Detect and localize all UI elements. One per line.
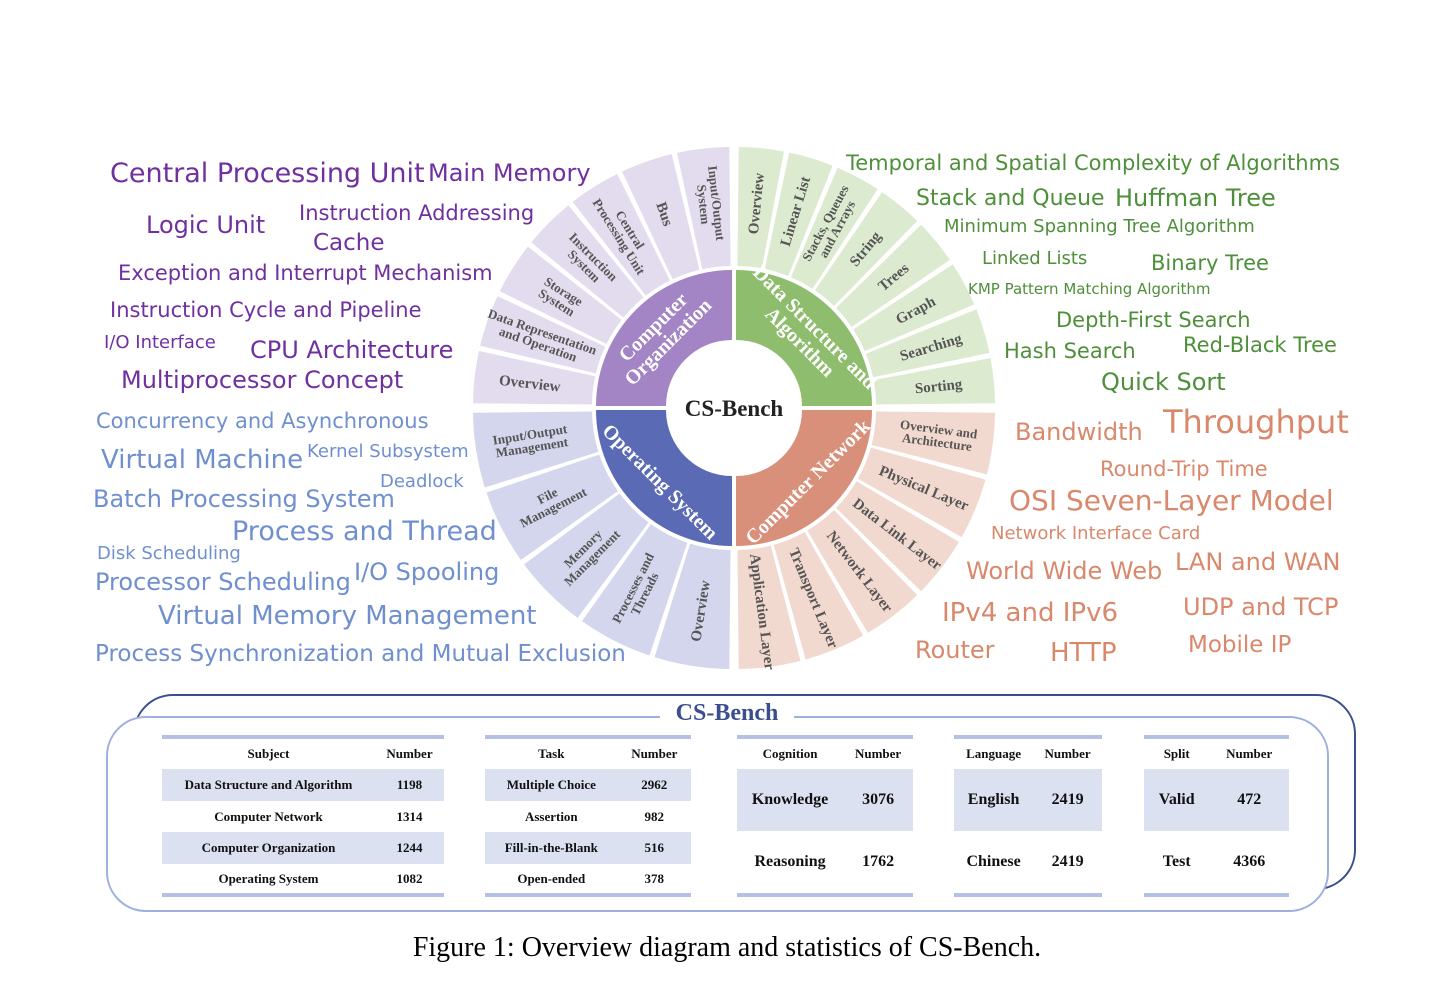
- table-row: Test 4366: [1162, 853, 1266, 870]
- table-header: Number: [1226, 746, 1273, 761]
- cloud-word: Virtual Memory Management: [158, 601, 537, 631]
- cloud-word: Depth-First Search: [1056, 308, 1251, 332]
- cloud-word: I/O Interface: [104, 332, 216, 353]
- table-header: Number: [386, 746, 433, 761]
- subject-table: Subject Number Data Structure and Algorit…: [162, 735, 444, 897]
- cloud-word: Mobile IP: [1188, 632, 1292, 658]
- table-header: Number: [1044, 746, 1091, 761]
- language-table: Language Number English 2419 Chinese 2419: [954, 735, 1102, 897]
- cloud-word: Batch Processing System: [93, 485, 395, 513]
- cloud-word: Instruction Cycle and Pipeline: [110, 298, 422, 322]
- cloud-word: OSI Seven-Layer Model: [1009, 484, 1334, 517]
- cloud-word: Cache: [313, 230, 385, 256]
- split-table: Split Number Valid 472 Test 4366: [1144, 735, 1289, 897]
- cloud-word: Red-Black Tree: [1183, 333, 1337, 357]
- table-row: Assertion 982: [524, 808, 665, 824]
- cloud-word: HTTP: [1050, 638, 1117, 668]
- cloud-word: Throughput: [1163, 403, 1349, 441]
- cloud-word: Exception and Interrupt Mechanism: [118, 261, 493, 285]
- table-header: Language: [966, 746, 1022, 761]
- cloud-word: I/O Spooling: [354, 558, 500, 586]
- table-header: Cognition: [762, 746, 818, 761]
- table-row: Computer Network 1314: [214, 808, 423, 824]
- cloud-word: KMP Pattern Matching Algorithm: [968, 280, 1211, 298]
- cloud-word: UDP and TCP: [1183, 593, 1339, 621]
- cloud-word: Concurrency and Asynchronous: [96, 409, 429, 433]
- table-row: Multiple Choice 2962: [485, 769, 691, 801]
- cloud-word: Network Interface Card: [991, 523, 1201, 544]
- table-header: Task: [538, 746, 565, 761]
- table-header: Split: [1163, 746, 1190, 761]
- cloud-word: Minimum Spanning Tree Algorithm: [944, 216, 1255, 237]
- table-row: Valid 472: [1144, 769, 1289, 831]
- cloud-word: Huffman Tree: [1115, 184, 1276, 212]
- cloud-word: Virtual Machine: [101, 445, 304, 475]
- table-header: Subject: [247, 746, 290, 761]
- cloud-word: Linked Lists: [982, 248, 1088, 269]
- table-row: Operating System 1082: [218, 870, 423, 886]
- cloud-word: Stack and Queue: [916, 186, 1105, 211]
- table-header: Number: [854, 746, 902, 761]
- table-header: Number: [631, 746, 678, 761]
- cloud-word: World Wide Web: [966, 557, 1163, 585]
- table-row: Fill-in-the-Blank 516: [485, 832, 691, 864]
- table-row: Knowledge 3076: [737, 769, 913, 831]
- figure-caption: Figure 1: Overview diagram and statistic…: [412, 932, 1042, 963]
- cloud-word: Router: [915, 636, 995, 664]
- cloud-word: CPU Architecture: [250, 336, 454, 364]
- cloud-word: Hash Search: [1004, 339, 1136, 363]
- cloud-word: Process Synchronization and Mutual Exclu…: [95, 641, 626, 667]
- cloud-word: Instruction Addressing: [299, 201, 535, 225]
- table-row: Reasoning 1762: [754, 853, 895, 870]
- task-table: Task Number Multiple Choice 2962 Assertion…: [485, 735, 691, 897]
- cloud-word: Logic Unit: [146, 211, 266, 239]
- cloud-word: Processor Scheduling: [95, 568, 351, 596]
- cloud-word: Binary Tree: [1151, 251, 1269, 275]
- cloud-word: Temporal and Spatial Complexity of Algor…: [846, 151, 1340, 175]
- cloud-word: Quick Sort: [1101, 368, 1226, 396]
- table-row: Open-ended 378: [517, 870, 665, 886]
- cloud-word: Multiprocessor Concept: [121, 366, 404, 394]
- center-label: CS-Bench: [685, 396, 784, 421]
- table-row: English 2419: [954, 769, 1102, 831]
- stats-title: CS-Bench: [0, 700, 1454, 727]
- table-row: Data Structure and Algorithm 1198: [162, 769, 444, 801]
- table-row: Chinese 2419: [966, 853, 1084, 870]
- cloud-word: Kernel Subsystem: [307, 441, 469, 462]
- cloud-word: Central Processing Unit: [110, 158, 425, 189]
- cloud-word: Main Memory: [428, 159, 591, 187]
- cloud-word: LAN and WAN: [1175, 548, 1341, 576]
- cloud-word: Disk Scheduling: [97, 543, 241, 564]
- cloud-word: Round-Trip Time: [1100, 457, 1268, 481]
- cloud-word: Bandwidth: [1015, 418, 1143, 446]
- cloud-word: IPv4 and IPv6: [942, 598, 1118, 628]
- cognition-table: Cognition Number Knowledge 3076 Reasoning 1…: [737, 735, 913, 897]
- table-row: Computer Organization 1244: [162, 832, 444, 864]
- cloud-word: Process and Thread: [232, 516, 497, 547]
